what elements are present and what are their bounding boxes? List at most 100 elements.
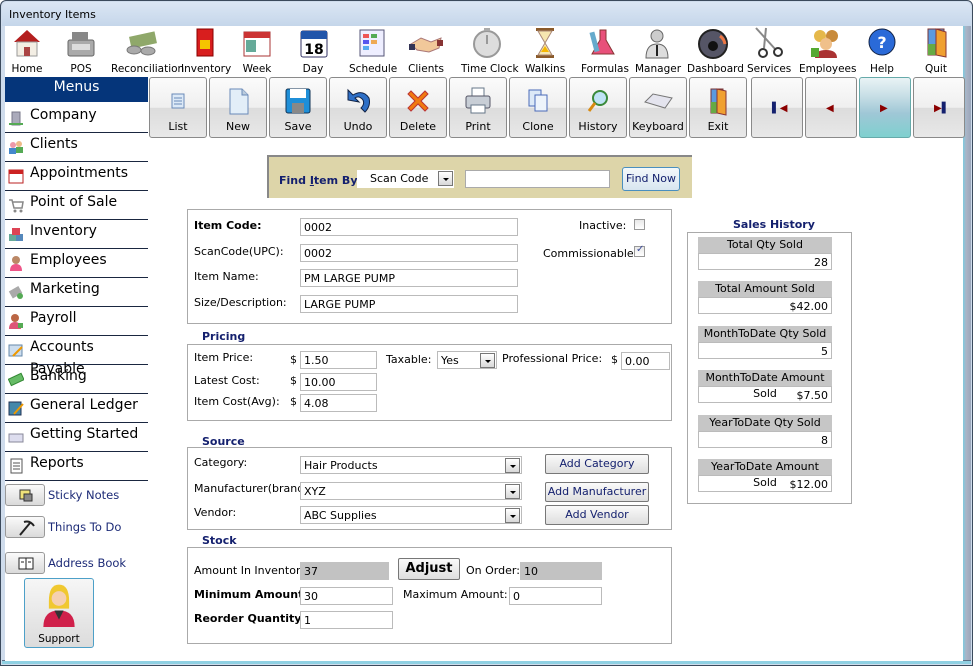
clone-button[interactable]: Clone <box>509 77 567 138</box>
toolbar-formulas[interactable]: Formulas <box>581 26 629 76</box>
building-icon <box>9 111 23 126</box>
inactive-checkbox[interactable] <box>634 219 645 230</box>
size-description-field[interactable]: LARGE PUMP <box>300 295 518 313</box>
toolbar-clients[interactable]: Clients <box>405 26 447 76</box>
undo-button[interactable]: Undo <box>329 77 387 138</box>
scissors-icon <box>755 27 783 58</box>
menu-item-payroll[interactable]: Payroll <box>5 307 148 336</box>
title-bar: Inventory Items <box>2 2 971 26</box>
minimum-amount-field[interactable]: 30 <box>300 587 393 605</box>
toolbar-pos[interactable]: POS <box>61 26 101 76</box>
toolbar-dashboard[interactable]: Dashboard <box>687 26 744 76</box>
add-category-button[interactable]: Add Category <box>545 454 649 474</box>
menu-item-marketing[interactable]: Marketing <box>5 278 148 307</box>
taxable-select[interactable]: Yes <box>437 351 497 369</box>
toolbar-reconciliation[interactable]: Reconciliation <box>111 26 184 76</box>
chevron-down-icon[interactable] <box>480 353 495 368</box>
sticky-notes-button[interactable] <box>5 484 45 506</box>
menu-item-employees[interactable]: Employees <box>5 249 148 278</box>
ytd-amount-sold-label: YearToDate Amount Sold <box>698 459 832 489</box>
item-name-field[interactable]: PM LARGE PUMP <box>300 269 518 287</box>
floppy-icon <box>285 88 311 114</box>
vendor-select[interactable]: ABC Supplies <box>300 506 522 524</box>
toolbar-services[interactable]: Services <box>747 26 791 76</box>
support-button[interactable]: Support <box>24 578 94 648</box>
toolbar-inventory[interactable]: Inventory <box>181 26 231 76</box>
toolbar-walkins[interactable]: Walkins <box>525 26 565 76</box>
cash-register-icon <box>67 32 95 57</box>
find-query-input[interactable] <box>465 170 610 188</box>
chevron-down-icon[interactable] <box>438 171 453 186</box>
scan-code-label: ScanCode(UPC): <box>194 245 284 258</box>
next-record-button[interactable]: ▶ <box>859 77 911 138</box>
find-now-button[interactable]: Find Now <box>622 167 680 191</box>
category-select[interactable]: Hair Products <box>300 456 522 474</box>
amount-in-inventory-field: 37 <box>300 562 389 580</box>
history-button[interactable]: History <box>569 77 627 138</box>
menu-item-appointments[interactable]: Appointments <box>5 162 148 191</box>
chevron-down-icon[interactable] <box>505 508 520 523</box>
exit-button[interactable]: Exit <box>689 77 747 138</box>
print-button[interactable]: Print <box>449 77 507 138</box>
item-price-field[interactable]: 1.50 <box>300 351 377 369</box>
toolbar-manager[interactable]: Manager <box>635 26 681 76</box>
mtd-amount-sold-label: MonthToDate Amount Sold <box>698 370 832 400</box>
toolbar-employees[interactable]: Employees <box>799 26 856 76</box>
toolbar-help[interactable]: ? Help <box>865 26 899 76</box>
scan-code-field[interactable]: 0002 <box>300 244 518 262</box>
toolbar-week[interactable]: Week <box>237 26 277 76</box>
app-window: Inventory Items Home POS Reconciliation … <box>0 0 973 666</box>
toolbar-quit[interactable]: Quit <box>919 26 953 76</box>
find-by-select[interactable]: Scan Code <box>357 170 454 188</box>
new-button[interactable]: New <box>209 77 267 138</box>
sales-history-panel: Total Qty Sold 28 Total Amount Sold $42.… <box>687 232 852 504</box>
sticky-notes-row: Sticky Notes <box>5 484 148 510</box>
menu-item-point-of-sale[interactable]: Point of Sale <box>5 191 148 220</box>
mtd-amount-sold: MonthToDate Amount Sold $7.50 <box>698 370 832 403</box>
chevron-down-icon[interactable] <box>505 458 520 473</box>
manufacturer-select[interactable]: XYZ <box>300 482 522 500</box>
clients-icon <box>9 141 23 154</box>
printer-icon <box>465 87 491 114</box>
toolbar-schedule[interactable]: Schedule <box>349 26 397 76</box>
delete-button[interactable]: Delete <box>389 77 447 138</box>
menu-item-clients[interactable]: Clients <box>5 133 148 162</box>
add-manufacturer-button[interactable]: Add Manufacturer <box>545 482 649 502</box>
door-icon <box>927 28 947 58</box>
latest-cost-field[interactable]: 10.00 <box>300 373 377 391</box>
maximum-amount-field[interactable]: 0 <box>509 587 602 605</box>
total-amount-sold-value: $42.00 <box>698 297 832 314</box>
add-vendor-button[interactable]: Add Vendor <box>545 505 649 525</box>
flask-icon <box>589 29 615 55</box>
things-to-do-button[interactable] <box>5 516 45 538</box>
toolbar-day[interactable]: 18 Day <box>297 26 329 76</box>
ytd-qty-sold: YearToDate Qty Sold 8 <box>698 415 832 448</box>
chevron-down-icon[interactable] <box>505 484 520 499</box>
avg-cost-field[interactable]: 4.08 <box>300 394 377 412</box>
on-order-label: On Order: <box>466 564 520 577</box>
toolbar-home[interactable]: Home <box>7 26 47 76</box>
menu-item-company[interactable]: Company <box>5 104 148 133</box>
address-book-button[interactable] <box>5 552 45 574</box>
keyboard-button[interactable]: Keyboard <box>629 77 687 138</box>
save-button[interactable]: Save <box>269 77 327 138</box>
menu-item-banking[interactable]: Banking <box>5 365 148 394</box>
professional-price-field[interactable]: 0.00 <box>621 352 670 370</box>
adjust-button[interactable]: Adjust <box>398 558 460 580</box>
menu-item-getting-started[interactable]: Getting Started <box>5 423 148 452</box>
item-code-field[interactable]: 0002 <box>300 218 518 236</box>
menu-item-general-ledger[interactable]: General Ledger <box>5 394 148 423</box>
menu-item-accounts-payable[interactable]: Accounts Payable <box>5 336 148 377</box>
toolbar-time-clock[interactable]: Time Clock <box>461 26 519 76</box>
currency-symbol: $ <box>290 353 297 366</box>
support-agent-icon <box>43 584 75 627</box>
reorder-quantity-field[interactable]: 1 <box>300 611 393 629</box>
menu-item-reports[interactable]: Reports <box>5 452 148 481</box>
last-record-button[interactable]: ▶▌ <box>913 77 965 138</box>
menu-item-inventory[interactable]: Inventory <box>5 220 148 249</box>
previous-record-button[interactable]: ◀ <box>805 77 857 138</box>
list-button[interactable]: List <box>149 77 207 138</box>
professional-price-label: Professional Price: <box>502 352 603 365</box>
first-record-button[interactable]: ▌◀ <box>751 77 803 138</box>
commissionable-checkbox[interactable] <box>634 244 645 257</box>
